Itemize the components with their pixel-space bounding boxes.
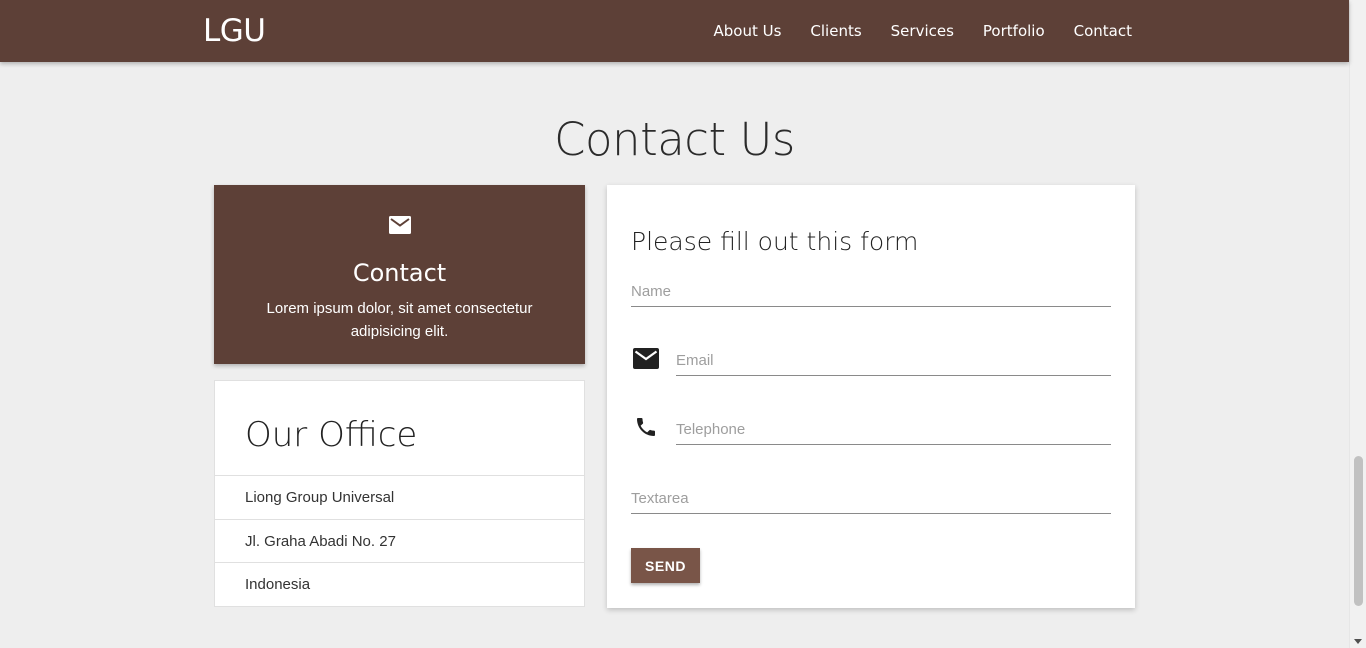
nav-link-about-us[interactable]: About Us	[713, 22, 781, 40]
scroll-down-arrow-icon[interactable]	[1354, 639, 1362, 644]
mail-icon	[633, 348, 659, 374]
nav-link-services[interactable]: Services	[891, 22, 954, 40]
contact-card-title: Contact	[352, 259, 447, 287]
scrollbar[interactable]	[1349, 0, 1366, 648]
name-field[interactable]	[631, 277, 1111, 307]
office-item-country: Indonesia	[215, 562, 584, 606]
contact-card-text: Lorem ipsum dolor, sit amet consectetur …	[266, 300, 533, 340]
office-title: Our Office	[245, 415, 418, 455]
textarea-field[interactable]	[631, 484, 1111, 514]
scrollbar-thumb[interactable]	[1354, 456, 1363, 606]
contact-form: Please fill out this form SEND	[607, 185, 1135, 608]
send-button[interactable]: SEND	[631, 548, 700, 583]
email-field[interactable]	[676, 346, 1111, 376]
page-title: Contact Us	[554, 113, 795, 166]
contact-card: Contact Lorem ipsum dolor, sit amet cons…	[214, 185, 585, 364]
phone-icon	[634, 415, 658, 444]
nav-link-portfolio[interactable]: Portfolio	[983, 22, 1045, 40]
nav-links: About Us Clients Services Portfolio Cont…	[684, 0, 1132, 62]
nav-link-clients[interactable]: Clients	[810, 22, 861, 40]
brand-logo[interactable]: LGU	[203, 13, 266, 49]
telephone-field[interactable]	[676, 415, 1111, 445]
office-card: Our Office Liong Group Universal Jl. Gra…	[214, 380, 585, 607]
office-item-company: Liong Group Universal	[215, 475, 584, 519]
form-title: Please fill out this form	[631, 227, 919, 256]
nav-link-contact[interactable]: Contact	[1074, 22, 1132, 40]
navbar: LGU About Us Clients Services Portfolio …	[0, 0, 1349, 62]
mail-icon	[389, 216, 411, 239]
office-item-address: Jl. Graha Abadi No. 27	[215, 519, 584, 563]
